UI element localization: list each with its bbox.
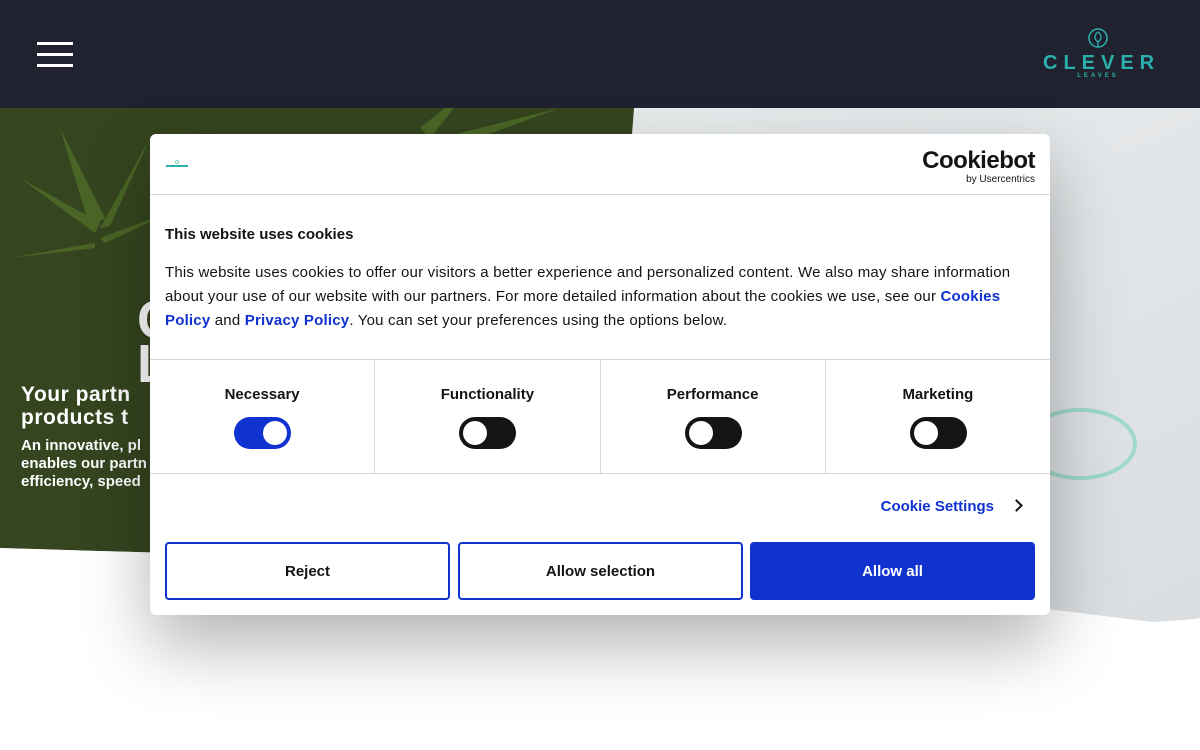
- dialog-title: This website uses cookies: [165, 226, 354, 243]
- allow-all-button[interactable]: Allow all: [750, 542, 1035, 600]
- cookie-settings-link[interactable]: Cookie Settings: [880, 498, 1023, 515]
- marketing-toggle[interactable]: [909, 417, 967, 449]
- allow-selection-button[interactable]: Allow selection: [458, 542, 743, 600]
- functionality-toggle[interactable]: [459, 417, 517, 449]
- cookie-settings-label: Cookie Settings: [880, 498, 994, 515]
- logo-subtitle: LEAVES: [1077, 73, 1119, 79]
- hero-heading: Your partn products t: [21, 383, 147, 429]
- cookie-consent-dialog: Cookiebot by Usercentrics This website u…: [150, 134, 1050, 615]
- cookiebot-byline: by Usercentrics: [966, 174, 1035, 185]
- hamburger-menu-icon[interactable]: [37, 42, 73, 68]
- hero-subtext-line: An innovative, pl: [21, 437, 142, 454]
- logo-wordmark: CLEVER: [1043, 52, 1161, 74]
- hero-heading-line: products t: [21, 406, 129, 429]
- performance-toggle[interactable]: [684, 417, 742, 449]
- clever-leaves-mini-logo: [166, 160, 188, 167]
- consent-categories: Necessary Functionality Performance Mark…: [150, 359, 1050, 474]
- category-necessary: Necessary: [150, 360, 376, 473]
- site-header: CLEVER LEAVES: [0, 0, 1200, 108]
- description-text: and: [210, 312, 245, 329]
- category-label: Necessary: [224, 386, 300, 403]
- description-text: . You can set your preferences using the…: [349, 312, 728, 329]
- toggle-knob: [263, 421, 288, 445]
- leaf-icon: [1088, 28, 1108, 48]
- privacy-policy-link[interactable]: Privacy Policy: [245, 312, 350, 329]
- hero-heading-line: Your partn: [21, 383, 131, 406]
- toggle-knob: [463, 421, 488, 445]
- hero-subtext-line: efficiency, speed: [21, 473, 141, 490]
- cookiebot-logo[interactable]: Cookiebot by Usercentrics: [922, 148, 1035, 186]
- hero-subtext-line: enables our partn: [21, 455, 147, 472]
- necessary-toggle[interactable]: [234, 417, 292, 449]
- dialog-body: This website uses cookies This website u…: [165, 226, 1035, 333]
- dialog-header: Cookiebot by Usercentrics: [150, 134, 1050, 195]
- category-label: Performance: [666, 386, 759, 403]
- toggle-knob: [913, 421, 938, 445]
- category-marketing: Marketing: [826, 360, 1050, 473]
- category-performance: Performance: [601, 360, 826, 473]
- category-functionality: Functionality: [375, 360, 601, 473]
- dialog-description: This website uses cookies to offer our v…: [165, 261, 1035, 333]
- toggle-knob: [688, 421, 713, 445]
- cookiebot-wordmark: Cookiebot: [922, 147, 1035, 174]
- reject-button[interactable]: Reject: [165, 542, 450, 600]
- chevron-right-icon: [1010, 499, 1023, 512]
- clever-leaves-logo[interactable]: CLEVER LEAVES: [1043, 28, 1161, 84]
- hero-subtext: An innovative, pl enables our partn effi…: [21, 437, 147, 491]
- description-text: This website uses cookies to offer our v…: [165, 264, 1011, 305]
- hero-text: Your partn products t An innovative, pl …: [21, 383, 147, 491]
- category-label: Functionality: [440, 386, 535, 403]
- category-label: Marketing: [902, 386, 974, 403]
